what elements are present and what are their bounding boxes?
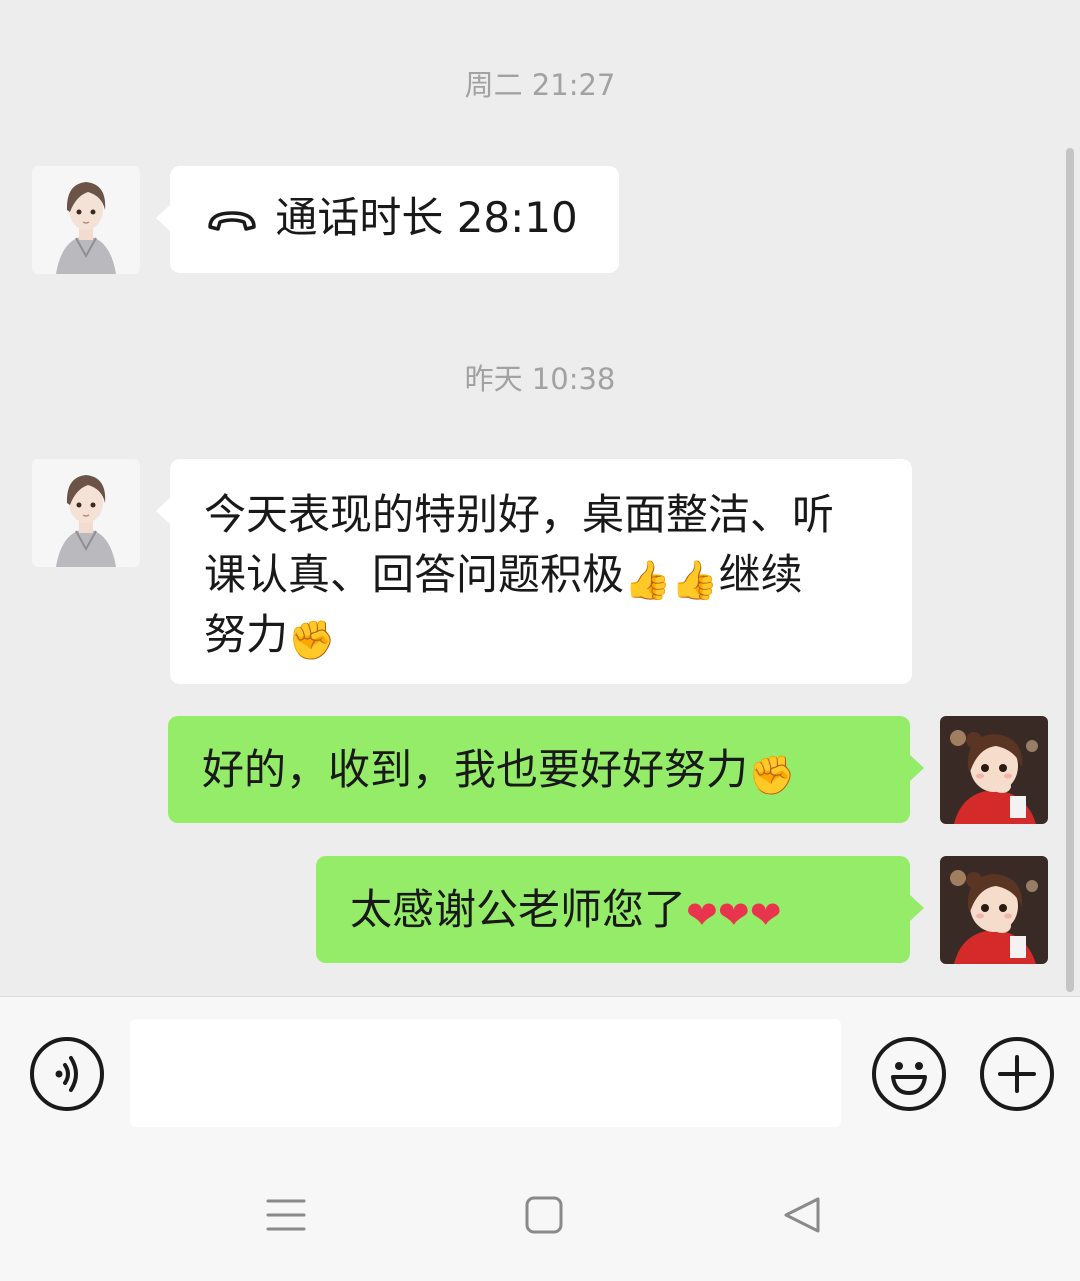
home-button[interactable] (524, 1195, 564, 1235)
menu-icon (266, 1199, 306, 1231)
message-text: 太感谢公老师您了 (350, 885, 687, 934)
my-avatar[interactable] (940, 856, 1048, 964)
home-icon (525, 1196, 563, 1234)
message-line: 今天表现的特别好，桌面整洁、听 (204, 490, 835, 539)
raised-fist-icon: ✊ (288, 618, 336, 662)
heart-icon: ❤ (749, 893, 782, 937)
message-input[interactable] (130, 1019, 841, 1127)
chat-area[interactable]: 周二 21:27 通话时长 28:10 昨天 10:38 今天表现的特别好，桌面… (0, 0, 1080, 996)
call-duration-text: 通话时长 28:10 (275, 193, 578, 242)
timestamp: 昨天 10:38 (464, 362, 616, 396)
contact-avatar[interactable] (32, 459, 140, 567)
back-icon (784, 1197, 820, 1233)
plus-icon (998, 1055, 1036, 1093)
phone-hangup-icon (206, 191, 262, 251)
system-navigation-bar (0, 1141, 1080, 1281)
more-button[interactable] (980, 1037, 1054, 1111)
emoji-icon (891, 1062, 927, 1095)
heart-icon: ❤ (717, 893, 750, 937)
contact-avatar[interactable] (32, 166, 140, 274)
menu-button[interactable] (264, 1195, 308, 1235)
voice-icon (55, 1056, 78, 1092)
my-avatar[interactable] (940, 716, 1048, 824)
message-bubble-outgoing[interactable]: 好的，收到，我也要好好努力✊ (168, 716, 924, 823)
voice-input-button[interactable] (30, 1037, 104, 1111)
message-line: 努力✊ (204, 610, 336, 662)
thumbs-up-icon: 👍 (671, 558, 719, 602)
heart-icon: ❤ (686, 893, 718, 937)
emoji-button[interactable] (872, 1037, 946, 1111)
call-record-bubble[interactable]: 通话时长 28:10 (156, 166, 619, 273)
message-bubble-outgoing[interactable]: 太感谢公老师您了❤❤❤ (316, 856, 924, 963)
message-text: 好的，收到，我也要好好努力 (202, 745, 749, 794)
timestamp: 周二 21:27 (464, 68, 616, 102)
composer-bar (0, 996, 1080, 1142)
thumbs-up-icon: 👍 (624, 558, 672, 602)
message-bubble-incoming[interactable]: 今天表现的特别好，桌面整洁、听 课认真、回答问题积极👍👍继续 努力✊ (156, 459, 912, 684)
scrollbar[interactable] (1066, 148, 1074, 992)
back-button[interactable] (782, 1195, 822, 1235)
raised-fist-icon: ✊ (748, 753, 796, 797)
message-line: 课认真、回答问题积极👍👍继续 (204, 550, 803, 602)
